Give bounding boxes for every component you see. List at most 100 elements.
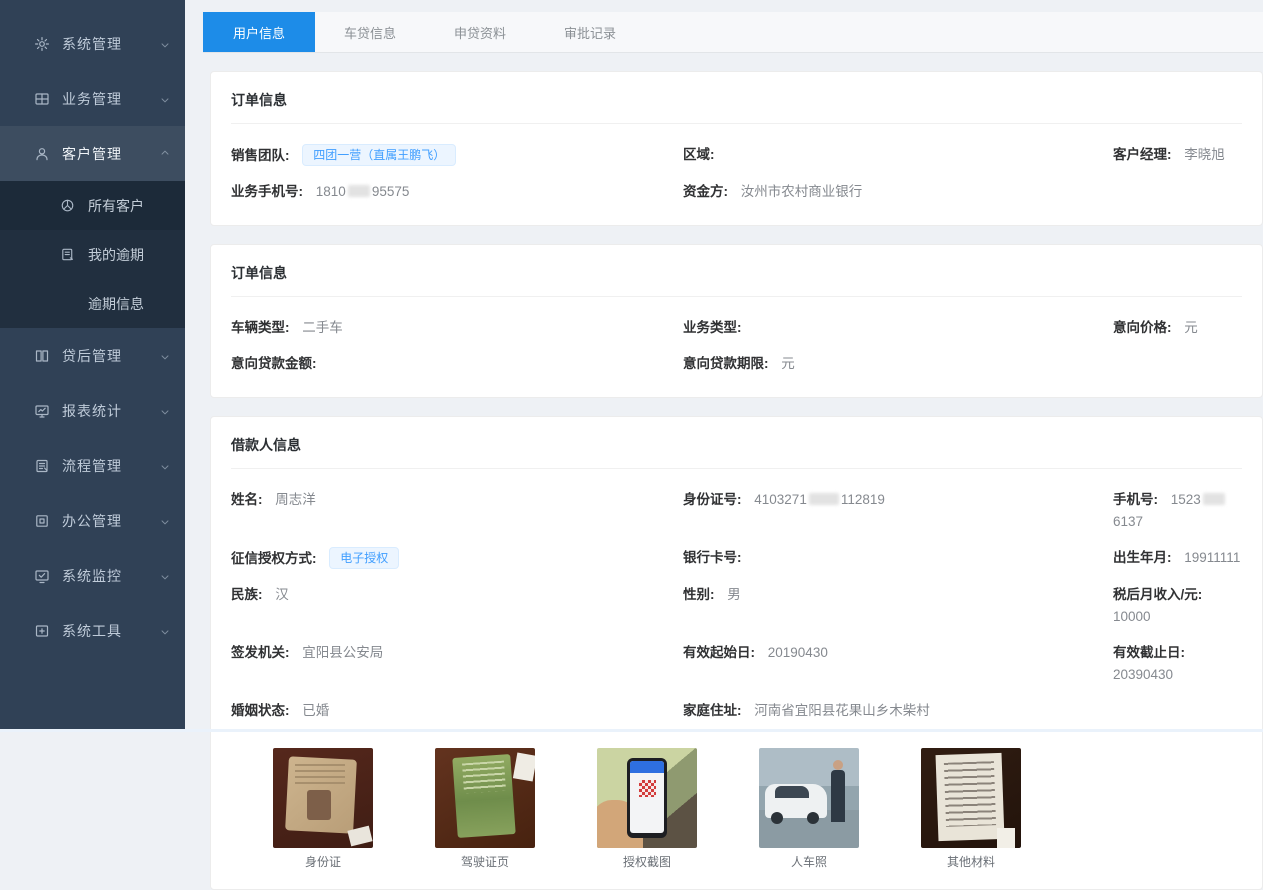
sidebar-subitem-all-customers[interactable]: 所有客户 [0, 181, 185, 230]
sidebar-item-system-monitor[interactable]: 系统监控 [0, 548, 185, 603]
field-birth-date: 出生年月: 19911111 [1113, 547, 1242, 570]
tab-loan-application-docs[interactable]: 申贷资料 [425, 12, 535, 52]
toolbox-icon [34, 623, 50, 639]
notebook-icon [60, 247, 75, 262]
field-name: 姓名: 周志洋 [231, 489, 683, 533]
credit-auth-tag[interactable]: 电子授权 [329, 547, 399, 569]
green-booklet-photo-thumbnail[interactable] [435, 748, 535, 848]
office-box-icon [34, 513, 50, 529]
chart-monitor-icon [34, 403, 50, 419]
field-intent-loan-term: 意向贷款期限: 元 [683, 353, 1113, 375]
photo-caption: 人车照 [759, 855, 859, 869]
chevron-down-icon [159, 460, 171, 472]
field-home-address: 家庭住址: 河南省宜阳县花果山乡木柴村 [683, 700, 1113, 722]
chevron-down-icon [159, 350, 171, 362]
chevron-down-icon [159, 93, 171, 105]
sidebar-item-report-statistics[interactable]: 报表统计 [0, 383, 185, 438]
field-intent-price: 意向价格: 元 [1113, 317, 1242, 339]
photo-item: 授权截图 [597, 748, 697, 869]
field-account-manager: 客户经理: 李晓旭 [1113, 144, 1242, 167]
card-title: 借款人信息 [231, 435, 1242, 469]
photo-caption: 其他材料 [921, 855, 1021, 869]
field-business-type: 业务类型: [683, 317, 1113, 339]
field-credit-auth-method: 征信授权方式: 电子授权 [231, 547, 683, 570]
redacted-digits [348, 185, 370, 197]
chevron-up-icon [159, 148, 171, 160]
sidebar-item-label: 报表统计 [62, 401, 159, 421]
phone-auth-screenshot-thumbnail[interactable] [597, 748, 697, 848]
sidebar-item-label: 流程管理 [62, 456, 159, 476]
borrower-photo-gallery: 身份证 驾驶证页 授权截图 人车照 [273, 748, 1242, 869]
sidebar-item-label: 贷后管理 [62, 346, 159, 366]
sidebar-item-office-management[interactable]: 办公管理 [0, 493, 185, 548]
chevron-down-icon [159, 515, 171, 527]
sidebar-item-label: 办公管理 [62, 511, 159, 531]
detail-tabs: 用户信息 车贷信息 申贷资料 审批记录 [203, 12, 1263, 53]
main-content: 用户信息 车贷信息 申贷资料 审批记录 订单信息 销售团队: 四团一营（直属王鹏… [185, 0, 1263, 732]
field-region: 区域: [683, 144, 1113, 167]
gear-icon [34, 36, 50, 52]
sidebar-subitem-my-overdue[interactable]: 我的逾期 [0, 230, 185, 279]
card-title: 订单信息 [231, 263, 1242, 297]
chevron-down-icon [159, 570, 171, 582]
order-info-card-1: 订单信息 销售团队: 四团一营（直属王鹏飞） 区域: 客户经理: 李晓旭 业务手… [210, 71, 1263, 226]
borrower-info-card: 借款人信息 姓名: 周志洋 身份证号: 4103271112819 手机号: 1… [210, 416, 1263, 890]
sidebar-item-label: 客户管理 [62, 144, 159, 164]
sidebar: 系统管理 业务管理 客户管理 所有客户 我的逾期 逾期信息 [0, 0, 185, 732]
sidebar-subitem-label: 我的逾期 [88, 245, 144, 265]
table-icon [34, 91, 50, 107]
user-icon [34, 146, 50, 162]
photo-caption: 授权截图 [597, 855, 697, 869]
field-vehicle-type: 车辆类型: 二手车 [231, 317, 683, 339]
sidebar-subitem-label: 所有客户 [88, 196, 144, 216]
process-doc-icon [34, 458, 50, 474]
redacted-digits [1203, 493, 1225, 505]
book-icon [34, 348, 50, 364]
sidebar-subitem-overdue-info[interactable]: 逾期信息 [0, 279, 185, 328]
handwritten-document-photo-thumbnail[interactable] [921, 748, 1021, 848]
person-with-car-photo-thumbnail[interactable] [759, 748, 859, 848]
field-bank-card: 银行卡号: [683, 547, 1113, 570]
photo-item: 驾驶证页 [435, 748, 535, 869]
chevron-down-icon [159, 625, 171, 637]
id-card-photo-thumbnail[interactable] [273, 748, 373, 848]
tab-approval-records[interactable]: 审批记录 [535, 12, 645, 52]
tab-car-loan-info[interactable]: 车贷信息 [315, 12, 425, 52]
photo-caption: 身份证 [273, 855, 373, 869]
sidebar-item-system-tools[interactable]: 系统工具 [0, 603, 185, 658]
field-gender: 性别: 男 [683, 584, 1113, 628]
customer-management-submenu: 所有客户 我的逾期 逾期信息 [0, 181, 185, 328]
photo-caption: 驾驶证页 [435, 855, 535, 869]
card-title: 订单信息 [231, 90, 1242, 124]
sidebar-item-system-management[interactable]: 系统管理 [0, 16, 185, 71]
field-sales-team: 销售团队: 四团一营（直属王鹏飞） [231, 144, 683, 167]
sales-team-tag[interactable]: 四团一营（直属王鹏飞） [302, 144, 456, 166]
sidebar-item-label: 系统工具 [62, 621, 159, 641]
monitor-check-icon [34, 568, 50, 584]
redacted-digits [809, 493, 839, 505]
sidebar-item-label: 系统管理 [62, 34, 159, 54]
sidebar-item-customer-management[interactable]: 客户管理 [0, 126, 185, 181]
sidebar-item-process-management[interactable]: 流程管理 [0, 438, 185, 493]
sidebar-item-postloan-management[interactable]: 贷后管理 [0, 328, 185, 383]
field-id-number: 身份证号: 4103271112819 [683, 489, 1113, 533]
field-monthly-income: 税后月收入/元: 10000 [1113, 584, 1242, 628]
field-valid-from: 有效起始日: 20190430 [683, 642, 1113, 686]
sidebar-item-business-management[interactable]: 业务管理 [0, 71, 185, 126]
field-marital-status: 婚姻状态: 已婚 [231, 700, 683, 722]
sidebar-item-label: 业务管理 [62, 89, 159, 109]
chevron-down-icon [159, 405, 171, 417]
sidebar-subitem-label: 逾期信息 [88, 294, 144, 314]
pie-chart-icon [60, 198, 75, 213]
chevron-down-icon [159, 38, 171, 50]
field-intent-loan-amount: 意向贷款金额: [231, 353, 683, 375]
photo-item: 人车照 [759, 748, 859, 869]
field-mobile-number: 手机号: 15236137 [1113, 489, 1242, 533]
order-info-card-2: 订单信息 车辆类型: 二手车 业务类型: 意向价格: 元 意向贷款金额: 意向贷… [210, 244, 1263, 398]
field-funder: 资金方: 汝州市农村商业银行 [683, 181, 1113, 203]
photo-item: 身份证 [273, 748, 373, 869]
field-ethnicity: 民族: 汉 [231, 584, 683, 628]
sidebar-item-label: 系统监控 [62, 566, 159, 586]
tab-user-info[interactable]: 用户信息 [203, 12, 315, 52]
field-issuing-authority: 签发机关: 宜阳县公安局 [231, 642, 683, 686]
